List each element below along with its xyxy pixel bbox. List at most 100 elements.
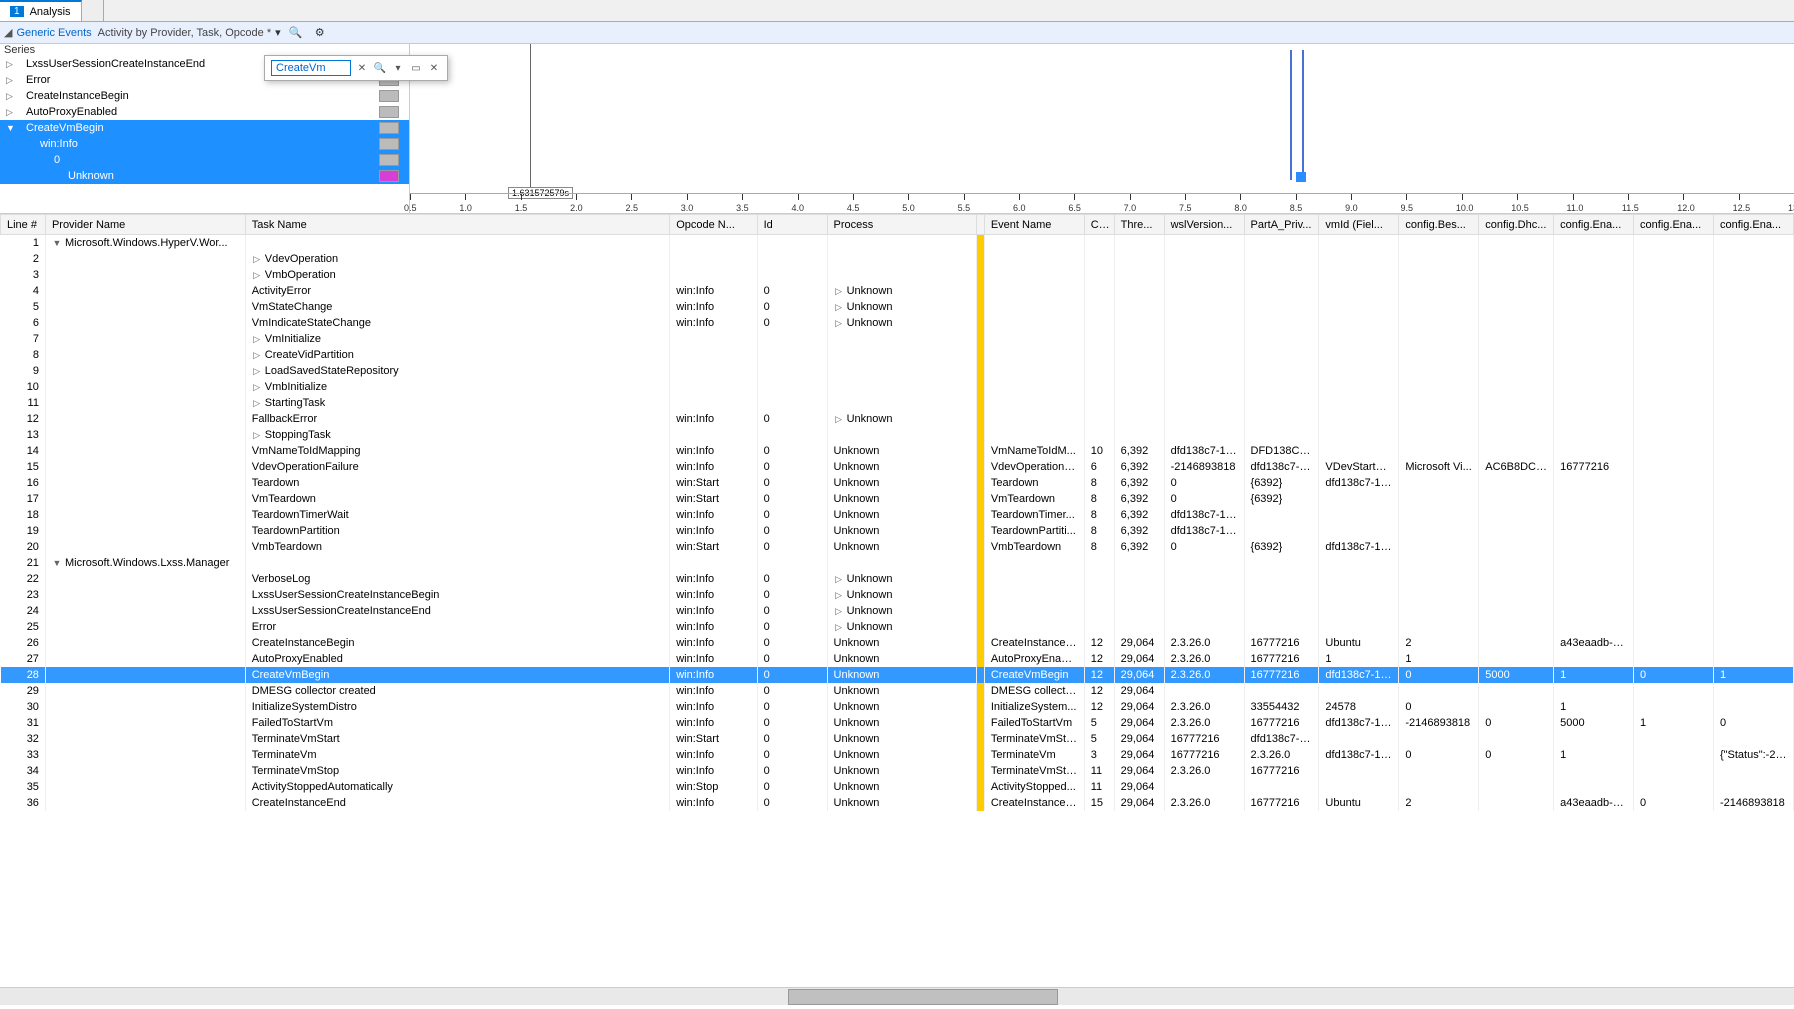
- table-row[interactable]: 29 DMESG collector createdwin:Info0 Unkn…: [1, 683, 1794, 699]
- table-row[interactable]: 11▷ StartingTask: [1, 395, 1794, 411]
- table-row[interactable]: 36 CreateInstanceEndwin:Info0 UnknownCre…: [1, 795, 1794, 811]
- column-header[interactable]: Event Name: [984, 215, 1084, 235]
- wsl-cell: [1164, 363, 1244, 379]
- table-row[interactable]: 4 ActivityErrorwin:Info0▷ Unknown: [1, 283, 1794, 299]
- process-cell: Unknown: [827, 651, 977, 667]
- table-row[interactable]: 34 TerminateVmStopwin:Info0 UnknownTermi…: [1, 763, 1794, 779]
- column-header[interactable]: config.Dhc...: [1479, 215, 1554, 235]
- table-row[interactable]: 16 Teardownwin:Start0 UnknownTeardown86,…: [1, 475, 1794, 491]
- column-header[interactable]: Task Name: [245, 215, 670, 235]
- table-row[interactable]: 2▷ VdevOperation: [1, 251, 1794, 267]
- table-row[interactable]: 17 VmTeardownwin:Start0 UnknownVmTeardow…: [1, 491, 1794, 507]
- line-number: 33: [1, 747, 46, 763]
- column-header[interactable]: Opcode N...: [670, 215, 757, 235]
- find-go-icon[interactable]: 🔍: [373, 61, 387, 75]
- table-row[interactable]: 8▷ CreateVidPartition: [1, 347, 1794, 363]
- e1-cell: 1: [1554, 667, 1634, 683]
- series-item[interactable]: win:Info: [0, 136, 409, 152]
- e1-cell: [1554, 267, 1634, 283]
- column-header[interactable]: Process: [827, 215, 977, 235]
- find-close-icon[interactable]: ✕: [427, 61, 441, 75]
- column-header[interactable]: C...: [1084, 215, 1114, 235]
- search-icon[interactable]: 🔍: [287, 24, 305, 42]
- table-row[interactable]: 25 Errorwin:Info0▷ Unknown: [1, 619, 1794, 635]
- table-row[interactable]: 14 VmNameToIdMappingwin:Info0 UnknownVmN…: [1, 443, 1794, 459]
- ruler-tick: 7.5: [1179, 203, 1192, 213]
- table-row[interactable]: 30 InitializeSystemDistrowin:Info0 Unkno…: [1, 699, 1794, 715]
- e2-cell: [1634, 683, 1714, 699]
- table-row[interactable]: 19 TeardownPartitionwin:Info0 UnknownTea…: [1, 523, 1794, 539]
- table-row[interactable]: 20 VmbTeardownwin:Start0 UnknownVmbTeard…: [1, 539, 1794, 555]
- opcode-cell: [670, 347, 757, 363]
- table-row[interactable]: 27 AutoProxyEnabledwin:Info0 UnknownAuto…: [1, 651, 1794, 667]
- table-row[interactable]: 5 VmStateChangewin:Info0▷ Unknown: [1, 299, 1794, 315]
- table-row[interactable]: 21▼ Microsoft.Windows.Lxss.Manager: [1, 555, 1794, 571]
- column-header[interactable]: config.Ena...: [1554, 215, 1634, 235]
- time-cursor[interactable]: [530, 44, 531, 193]
- series-item[interactable]: 0: [0, 152, 409, 168]
- table-row[interactable]: 31 FailedToStartVmwin:Info0 UnknownFaile…: [1, 715, 1794, 731]
- column-header[interactable]: Id: [757, 215, 827, 235]
- table-row[interactable]: 13▷ StoppingTask: [1, 427, 1794, 443]
- thr-cell: [1114, 299, 1164, 315]
- series-item[interactable]: Unknown: [0, 168, 409, 184]
- preset-dropdown-icon[interactable]: ▾: [275, 26, 281, 39]
- expand-icon[interactable]: ▼: [6, 120, 16, 136]
- table-row[interactable]: 9▷ LoadSavedStateRepository: [1, 363, 1794, 379]
- table-row[interactable]: 32 TerminateVmStartwin:Start0 UnknownTer…: [1, 731, 1794, 747]
- ruler-tick: 9.5: [1400, 203, 1413, 213]
- table-row[interactable]: 15 VdevOperationFailurewin:Info0 Unknown…: [1, 459, 1794, 475]
- find-input[interactable]: [271, 60, 351, 76]
- expand-icon[interactable]: ▷: [6, 88, 16, 104]
- find-clear-icon[interactable]: ✕: [355, 61, 369, 75]
- expand-icon[interactable]: ▷: [6, 56, 16, 72]
- table-row[interactable]: 18 TeardownTimerWaitwin:Info0 UnknownTea…: [1, 507, 1794, 523]
- preset-settings-icon[interactable]: ⚙: [311, 24, 329, 42]
- expand-icon[interactable]: ▷: [6, 72, 16, 88]
- new-tab-placeholder[interactable]: [82, 0, 104, 21]
- table-row[interactable]: 6 VmIndicateStateChangewin:Info0▷ Unknow…: [1, 315, 1794, 331]
- table-row[interactable]: 33 TerminateVmwin:Info0 UnknownTerminate…: [1, 747, 1794, 763]
- ruler-tick: 7.0: [1124, 203, 1137, 213]
- scrollbar-thumb[interactable]: [788, 989, 1058, 1005]
- toolbar-expander-icon[interactable]: ◢: [4, 26, 12, 39]
- e2-cell: [1634, 747, 1714, 763]
- timeline-graph[interactable]: 1.631572579s 0.51.01.52.02.53.03.54.04.5…: [410, 44, 1794, 213]
- expand-icon[interactable]: ▷: [6, 104, 16, 120]
- analysis-tab[interactable]: 1 Analysis: [0, 0, 82, 21]
- column-header[interactable]: wslVersion...: [1164, 215, 1244, 235]
- column-header[interactable]: Provider Name: [45, 215, 245, 235]
- column-header[interactable]: config.Ena...: [1713, 215, 1793, 235]
- table-row[interactable]: 10▷ VmbInitialize: [1, 379, 1794, 395]
- column-header[interactable]: config.Ena...: [1634, 215, 1714, 235]
- table-row[interactable]: 35 ActivityStoppedAutomaticallywin:Stop0…: [1, 779, 1794, 795]
- table-row[interactable]: 12 FallbackErrorwin:Info0▷ Unknown: [1, 411, 1794, 427]
- column-header[interactable]: Thre...: [1114, 215, 1164, 235]
- find-highlight-icon[interactable]: ▭: [409, 61, 423, 75]
- table-row[interactable]: 24 LxssUserSessionCreateInstanceEndwin:I…: [1, 603, 1794, 619]
- table-row[interactable]: 7▷ VmInitialize: [1, 331, 1794, 347]
- column-header[interactable]: config.Bes...: [1399, 215, 1479, 235]
- series-item[interactable]: ▷AutoProxyEnabled: [0, 104, 409, 120]
- time-ruler: 0.51.01.52.02.53.03.54.04.55.05.56.06.57…: [410, 193, 1794, 213]
- column-header[interactable]: vmId (Fiel...: [1319, 215, 1399, 235]
- find-options-icon[interactable]: ▾: [391, 61, 405, 75]
- task-cell: VmbTeardown: [245, 539, 670, 555]
- pa-cell: [1244, 283, 1319, 299]
- generic-events-link[interactable]: Generic Events: [16, 27, 91, 39]
- table-row[interactable]: 22 VerboseLogwin:Info0▷ Unknown: [1, 571, 1794, 587]
- vm-cell: [1319, 763, 1399, 779]
- table-row[interactable]: 23 LxssUserSessionCreateInstanceBeginwin…: [1, 587, 1794, 603]
- table-row[interactable]: 26 CreateInstanceBeginwin:Info0 UnknownC…: [1, 635, 1794, 651]
- table-row[interactable]: 1▼ Microsoft.Windows.HyperV.Wor...: [1, 235, 1794, 252]
- column-header[interactable]: Line #: [1, 215, 46, 235]
- thr-cell: 6,392: [1114, 523, 1164, 539]
- column-header[interactable]: [977, 215, 984, 235]
- series-item[interactable]: ▼CreateVmBegin: [0, 120, 409, 136]
- table-row[interactable]: 28 CreateVmBeginwin:Info0 UnknownCreateV…: [1, 667, 1794, 683]
- column-header[interactable]: PartA_Priv...: [1244, 215, 1319, 235]
- horizontal-scrollbar[interactable]: [0, 987, 1794, 1005]
- event-grid-scroll[interactable]: Line #Provider NameTask NameOpcode N...I…: [0, 214, 1794, 987]
- table-row[interactable]: 3▷ VmbOperation: [1, 267, 1794, 283]
- series-item[interactable]: ▷CreateInstanceBegin: [0, 88, 409, 104]
